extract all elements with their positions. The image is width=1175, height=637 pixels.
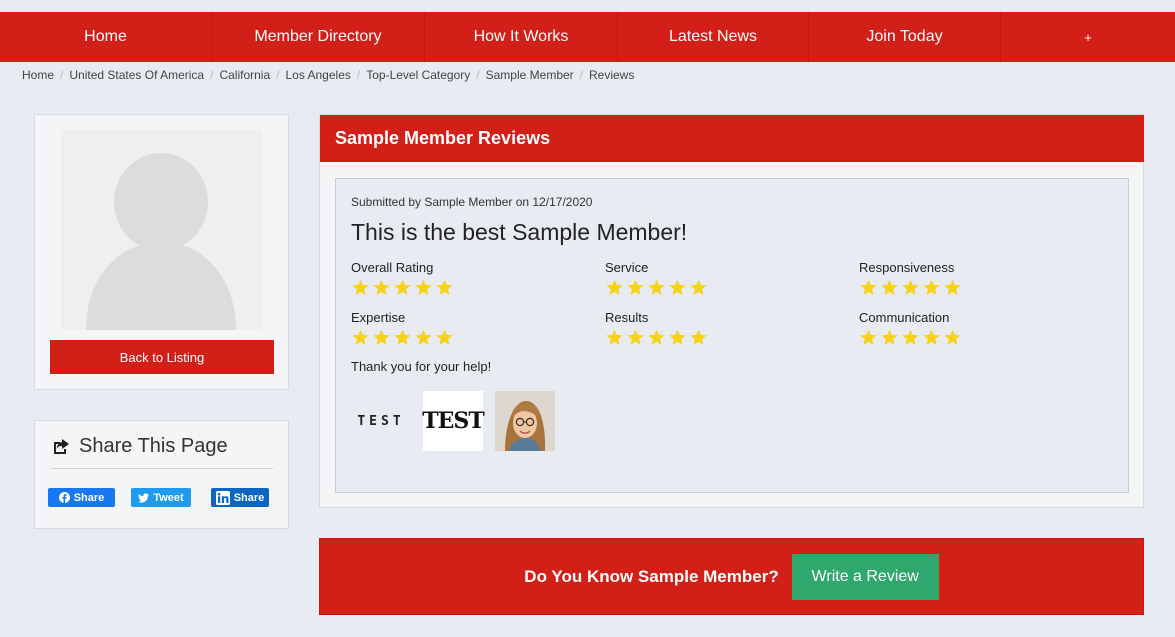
linkedin-share-button[interactable]: Share: [211, 488, 269, 507]
breadcrumb-country[interactable]: United States Of America: [69, 68, 204, 82]
star-icon: [373, 279, 390, 295]
star-icon: [415, 279, 432, 295]
star-icon: [352, 329, 369, 345]
review-photo-thumbnail[interactable]: [495, 391, 555, 451]
star-icon: [606, 329, 623, 345]
breadcrumb-separator: /: [356, 68, 361, 82]
rating-responsiveness: Responsiveness: [859, 260, 1059, 296]
star-icon: [436, 329, 453, 345]
star-icon: [923, 279, 940, 295]
rating-label: Service: [605, 260, 649, 275]
star-rating: [859, 329, 1059, 346]
star-icon: [944, 279, 961, 295]
star-icon: [394, 329, 411, 345]
review-photo-thumbnail[interactable]: TEST: [422, 391, 485, 451]
rating-results: Results: [605, 310, 805, 346]
linkedin-icon: [215, 490, 230, 505]
star-icon: [690, 279, 707, 295]
star-icon: [436, 279, 453, 295]
star-icon: [627, 329, 644, 345]
breadcrumb-separator: /: [579, 68, 583, 82]
nav-member-directory[interactable]: Member Directory: [212, 12, 425, 62]
share-title-text: Share This Page: [79, 435, 228, 457]
star-icon: [415, 329, 432, 345]
star-rating: [351, 329, 551, 346]
share-card: Share This Page Share Tweet Share: [34, 420, 289, 529]
star-icon: [627, 279, 644, 295]
breadcrumb: Home / United States Of America / Californ…: [22, 68, 634, 82]
rating-overall: Overall Rating: [351, 260, 551, 296]
nav-latest-news[interactable]: Latest News: [618, 12, 809, 62]
rating-communication: Communication: [859, 310, 1059, 346]
star-rating: [605, 329, 805, 346]
user-silhouette-icon: [61, 130, 262, 330]
star-rating: [605, 279, 805, 296]
rating-label: Results: [605, 310, 649, 325]
write-a-review-button[interactable]: Write a Review: [791, 553, 939, 600]
nav-more-button[interactable]: +: [1001, 12, 1175, 62]
rating-label: Communication: [859, 310, 950, 325]
star-icon: [881, 279, 898, 295]
star-icon: [902, 329, 919, 345]
nav-home[interactable]: Home: [0, 12, 212, 62]
breadcrumb-home[interactable]: Home: [22, 68, 54, 82]
breadcrumb-current: Reviews: [589, 68, 635, 82]
review-title: This is the best Sample Member!: [351, 219, 688, 245]
star-icon: [860, 279, 877, 295]
breadcrumb-separator: /: [210, 68, 214, 82]
share-title: Share This Page: [51, 435, 273, 469]
star-icon: [669, 279, 686, 295]
star-icon: [352, 279, 369, 295]
profile-card: Back to Listing: [34, 114, 289, 390]
facebook-share-label: Share: [73, 491, 105, 504]
share-icon: [51, 435, 79, 463]
twitter-tweet-button[interactable]: Tweet: [131, 488, 191, 507]
review-photo-thumbnail[interactable]: TEST: [351, 391, 411, 451]
cta-text: Do You Know Sample Member?: [524, 566, 779, 586]
rating-service: Service: [605, 260, 805, 296]
star-icon: [606, 279, 623, 295]
breadcrumb-member[interactable]: Sample Member: [486, 68, 574, 82]
review-text: Thank you for your help!: [351, 359, 492, 374]
star-rating: [859, 279, 1059, 296]
twitter-tweet-label: Tweet: [153, 491, 184, 504]
review-submitted-by: Submitted by Sample Member on 12/17/2020: [351, 195, 593, 209]
breadcrumb-separator: /: [60, 68, 64, 82]
review-card: Submitted by Sample Member on 12/17/2020…: [335, 178, 1129, 493]
review-photos: TEST TEST: [351, 391, 567, 451]
star-icon: [944, 329, 961, 345]
linkedin-share-label: Share: [233, 491, 265, 504]
rating-expertise: Expertise: [351, 310, 551, 346]
breadcrumb-category[interactable]: Top-Level Category: [366, 68, 470, 82]
back-to-listing-button[interactable]: Back to Listing: [50, 340, 274, 374]
star-icon: [881, 329, 898, 345]
write-review-banner: Do You Know Sample Member? Write a Revie…: [319, 538, 1144, 615]
nav-how-it-works[interactable]: How It Works: [425, 12, 618, 62]
star-icon: [902, 279, 919, 295]
breadcrumb-separator: /: [276, 68, 280, 82]
breadcrumb-city[interactable]: Los Angeles: [285, 68, 350, 82]
twitter-bird-icon: [138, 492, 150, 503]
star-icon: [923, 329, 940, 345]
rating-label: Overall Rating: [351, 260, 434, 275]
star-rating: [351, 279, 551, 296]
reviews-header: Sample Member Reviews: [320, 115, 1144, 162]
star-icon: [648, 279, 665, 295]
nav-join-today[interactable]: Join Today: [809, 12, 1001, 62]
facebook-icon: [58, 492, 70, 503]
rating-label: Expertise: [351, 310, 406, 325]
star-icon: [394, 279, 411, 295]
reviews-panel: Sample Member Reviews Submitted by Sampl…: [319, 114, 1144, 508]
star-icon: [690, 329, 707, 345]
top-navigation: Home Member Directory How It Works Lates…: [0, 12, 1175, 62]
star-icon: [860, 329, 877, 345]
star-icon: [648, 329, 665, 345]
facebook-share-button[interactable]: Share: [48, 488, 115, 507]
breadcrumb-state[interactable]: California: [219, 68, 270, 82]
rating-label: Responsiveness: [859, 260, 955, 275]
star-icon: [669, 329, 686, 345]
woman-portrait-icon: [495, 391, 555, 451]
star-icon: [373, 329, 390, 345]
breadcrumb-separator: /: [476, 68, 480, 82]
